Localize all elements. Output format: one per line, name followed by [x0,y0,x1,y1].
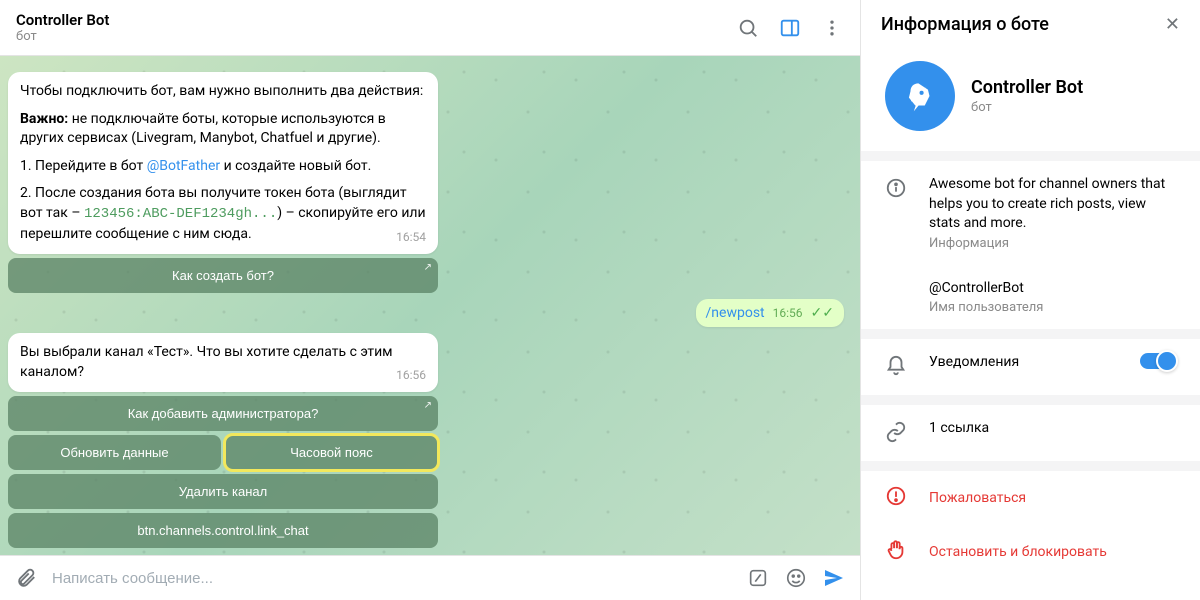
msg-text: Вы выбрали канал «Тест». Что вы хотите с… [20,343,426,382]
msg-time: 16:56 [773,306,803,320]
sidebar-toggle-icon[interactable] [778,16,802,40]
notifications-label: Уведомления [929,353,1118,373]
links-count: 1 ссылка [929,419,1176,439]
external-icon: ↗ [424,262,432,273]
emoji-icon[interactable] [784,566,808,590]
message-outgoing[interactable]: /newpost 16:56 ✓✓ [696,299,844,327]
separator [861,329,1200,339]
chat-title-block[interactable]: Controller Bot бот [16,11,736,44]
notifications-row[interactable]: Уведомления [861,339,1200,395]
msg-text: 1. Перейдите в бот @BotFather и создайте… [20,157,426,177]
separator [861,151,1200,161]
username-text: @ControllerBot [929,279,1176,299]
composer [0,555,860,600]
kb-delete-channel[interactable]: Удалить канал [8,474,438,509]
links-row[interactable]: 1 ссылка [861,405,1200,461]
command-link[interactable]: /newpost [706,305,765,321]
message-input[interactable] [52,570,732,587]
report-button[interactable]: Пожаловаться [861,471,1200,525]
info-username[interactable]: @ControllerBot Имя пользователя [861,265,1200,330]
alert-icon [885,485,907,511]
search-icon[interactable] [736,16,760,40]
message-incoming[interactable]: Чтобы подключить бот, вам нужно выполнит… [8,72,438,254]
more-icon[interactable] [820,16,844,40]
message-incoming[interactable]: Вы выбрали канал «Тест». Что вы хотите с… [8,333,438,392]
chat-header: Controller Bot бот [0,0,860,56]
msg-text: Чтобы подключить бот, вам нужно выполнит… [20,82,426,102]
code-token: 123456:ABC-DEF1234gh... [84,206,277,222]
username-label: Имя пользователя [929,300,1176,315]
bell-icon [885,355,907,381]
msg-text: 2. После создания бота вы получите токен… [20,184,426,244]
kb-link-chat[interactable]: btn.channels.control.link_chat [8,513,438,548]
info-description[interactable]: Awesome bot for channel owners that help… [861,161,1200,265]
close-icon[interactable]: ✕ [1165,14,1180,35]
notifications-toggle[interactable] [1140,353,1176,369]
chat-area: Чтобы подключить бот, вам нужно выполнит… [0,56,860,555]
block-label: Остановить и блокировать [929,544,1107,560]
description-text: Awesome bot for channel owners that help… [929,175,1176,234]
kb-add-admin[interactable]: Как добавить администратора?↗ [8,396,438,431]
avatar[interactable] [885,61,955,131]
sidebar-title: Информация о боте [881,14,1165,35]
separator [861,395,1200,405]
read-ticks-icon: ✓✓ [811,306,834,320]
info-icon [885,177,907,203]
msg-time: 16:56 [396,367,426,384]
kb-timezone[interactable]: Часовой пояс [225,435,438,470]
profile-subtitle: бот [971,100,1083,115]
profile-block: Controller Bot бот [861,49,1200,151]
msg-text: Важно: не подключайте боты, которые испо… [20,110,426,149]
hand-icon [885,539,907,565]
kb-create-bot[interactable]: Как создать бот?↗ [8,258,438,293]
inline-keyboard: Как создать бот?↗ [8,258,438,293]
mention-link[interactable]: @BotFather [147,158,220,174]
block-button[interactable]: Остановить и блокировать [861,525,1200,579]
command-icon[interactable] [746,566,770,590]
info-sidebar: Информация о боте ✕ Controller Bot бот A… [860,0,1200,600]
description-label: Информация [929,236,1176,251]
external-icon: ↗ [424,400,432,411]
msg-time: 16:54 [396,229,426,246]
report-label: Пожаловаться [929,490,1026,506]
profile-name: Controller Bot [971,77,1083,98]
separator [861,461,1200,471]
chat-name: Controller Bot [16,11,736,29]
kb-refresh-data[interactable]: Обновить данные [8,435,221,470]
send-button[interactable] [822,566,846,590]
link-icon [885,421,907,447]
inline-keyboard: Как добавить администратора?↗ Обновить д… [8,396,438,548]
attach-icon[interactable] [14,566,38,590]
chat-subtitle: бот [16,29,736,44]
